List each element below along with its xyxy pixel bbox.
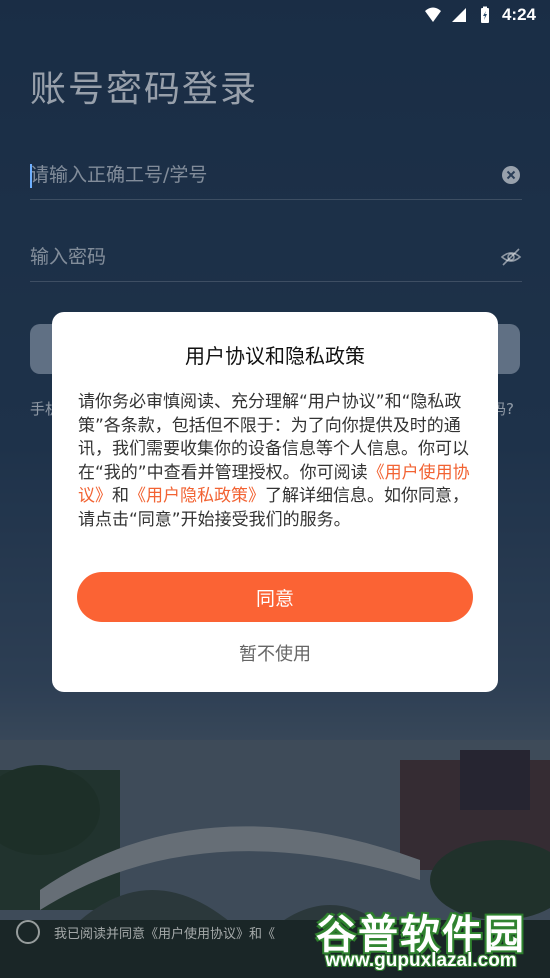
signal-icon [451,8,466,22]
watermark-logo: 谷普软件园 www.gupuxlazal.com [298,902,544,974]
status-bar: 4:24 [0,0,550,30]
eye-off-icon[interactable] [500,246,522,268]
username-input[interactable] [30,163,470,186]
privacy-dialog: 用户协议和隐私政策 请你务必审慎阅读、充分理解“用户协议”和“隐私政策”各条款，… [52,312,498,692]
password-field-row [30,232,522,282]
page-title: 账号密码登录 [30,69,259,110]
decline-button[interactable]: 暂不使用 [52,640,498,666]
wifi-icon [424,7,441,22]
agreement-text: 我已阅读并同意《用户使用协议》和《 [54,926,276,942]
battery-icon [480,6,489,23]
username-field-row [30,150,522,200]
privacy-link[interactable]: 《用户隐私政策》 [129,486,265,506]
text-cursor [30,164,32,188]
watermark-url: www.gupuxlazal.com [325,950,517,971]
agreement-radio[interactable] [16,920,40,944]
dialog-title: 用户协议和隐私政策 [185,344,365,368]
password-input[interactable] [30,245,470,268]
agreement-row: 我已阅读并同意《用户使用协议》和《 [16,920,275,944]
clear-icon[interactable] [500,164,522,186]
dialog-body-and: 和 [112,486,129,506]
status-time: 4:24 [501,5,536,24]
dialog-body: 请你务必审慎阅读、充分理解“用户协议”和“隐私政策”各条款，包括但不限于：为了向… [78,391,472,532]
agree-button[interactable]: 同意 [77,572,473,622]
